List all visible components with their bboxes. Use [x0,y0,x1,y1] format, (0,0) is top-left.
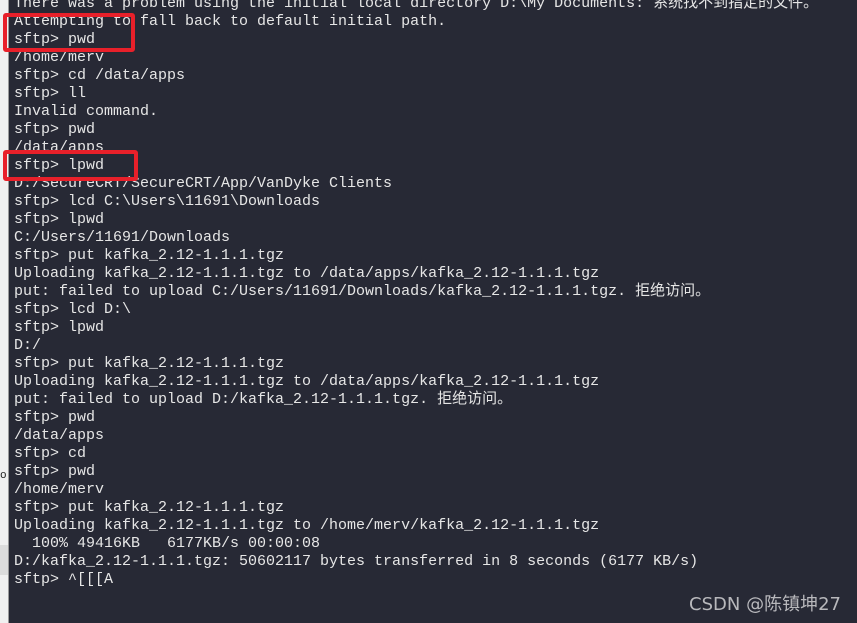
terminal-line: There was a problem using the initial lo… [14,0,819,12]
terminal-output[interactable]: There was a problem using the initial lo… [14,0,818,589]
terminal-line: sftp> pwd [14,121,96,138]
terminal-line: sftp> put kafka_2.12-1.1.1.tgz [14,499,285,516]
terminal-line: Uploading kafka_2.12-1.1.1.tgz to /home/… [14,517,600,534]
terminal-line: put: failed to upload C:/Users/11691/Dow… [14,283,711,300]
terminal-line: /home/merv [14,49,105,66]
terminal-line: sftp> pwd [14,409,96,426]
window-edge: o [0,0,9,623]
terminal-line: sftp> lpwd [14,211,105,228]
highlight-box-pwd [3,13,135,52]
edge-segment [0,545,8,575]
terminal-line: /data/apps [14,427,105,444]
terminal-line: D:/kafka_2.12-1.1.1.tgz: 50602117 bytes … [14,553,699,570]
terminal-line: sftp> pwd [14,463,96,480]
terminal-line: put: failed to upload D:/kafka_2.12-1.1.… [14,391,513,408]
terminal-line: Invalid command. [14,103,159,120]
terminal-line: sftp> cd [14,445,87,462]
terminal-line: sftp> ^[[[A [14,571,114,588]
watermark: CSDN @陈镇坤27 [689,594,841,615]
terminal-line: sftp> cd /data/apps [14,67,186,84]
terminal-line: sftp> lcd D:\ [14,301,132,318]
terminal-line: D:/ [14,337,42,354]
terminal-line: 100% 49416KB 6177KB/s 00:00:08 [14,535,321,552]
terminal-line: Uploading kafka_2.12-1.1.1.tgz to /data/… [14,265,600,282]
terminal-line: sftp> put kafka_2.12-1.1.1.tgz [14,355,285,372]
terminal-line: sftp> put kafka_2.12-1.1.1.tgz [14,247,285,264]
terminal-line: sftp> ll [14,85,87,102]
side-mark: o [0,470,7,482]
terminal-line: sftp> lpwd [14,319,105,336]
terminal-line: Uploading kafka_2.12-1.1.1.tgz to /data/… [14,373,600,390]
terminal-line: /home/merv [14,481,105,498]
terminal-line: sftp> lcd C:\Users\11691\Downloads [14,193,321,210]
terminal-line: C:/Users/11691/Downloads [14,229,231,246]
highlight-box-lpwd [3,150,138,181]
